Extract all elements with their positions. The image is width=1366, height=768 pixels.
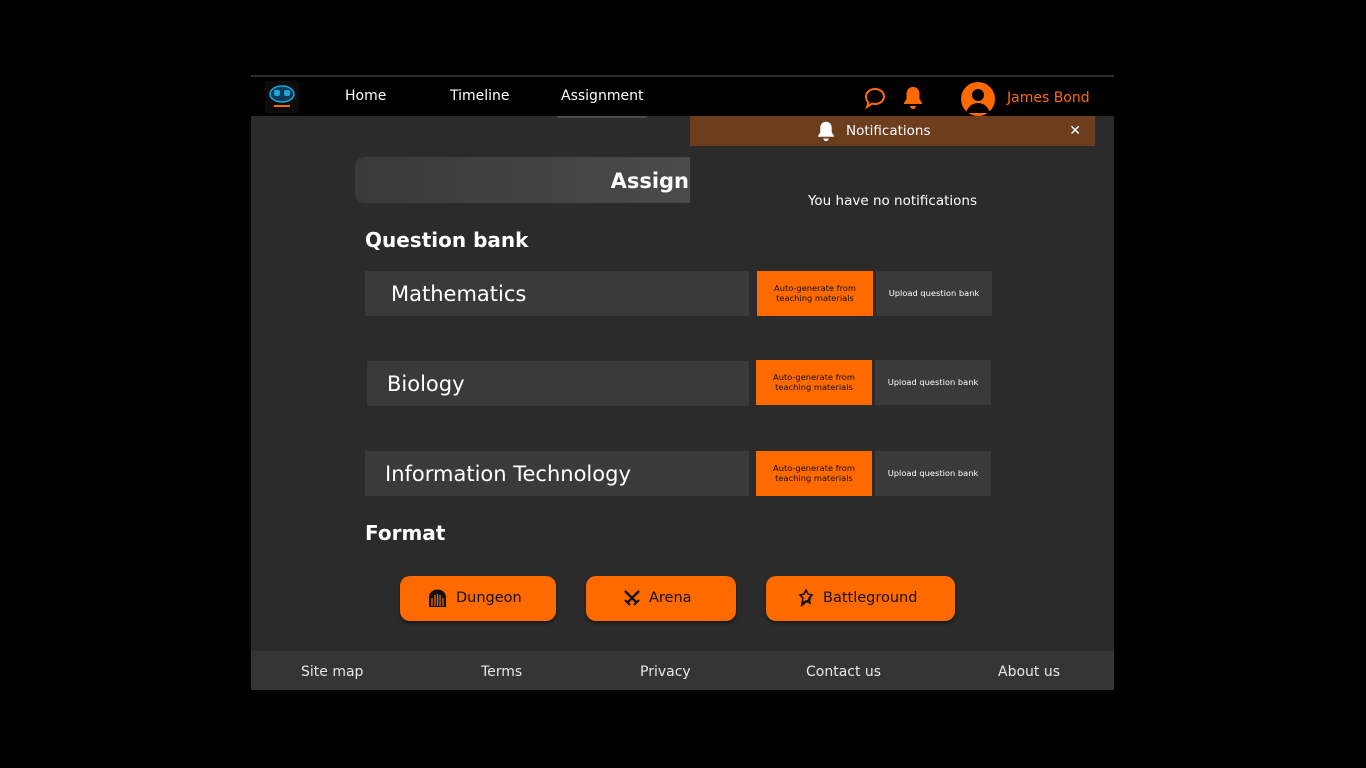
subject-name: Biology [387,372,465,396]
notifications-title: Notifications [846,123,931,139]
auto-generate-button[interactable]: Auto-generate from teaching materials [756,451,872,496]
page-title-bar: Assign [355,157,690,203]
user-name[interactable]: James Bond [1007,77,1090,118]
page-title: Assign [610,169,689,193]
dungeon-button[interactable]: Dungeon [400,576,556,621]
top-nav-bar: Home Timeline Assignment James Bond [251,75,1114,118]
footer-link-contact-us[interactable]: Contact us [806,651,881,693]
footer-link-privacy[interactable]: Privacy [640,651,691,693]
auto-generate-button[interactable]: Auto-generate from teaching materials [756,360,872,405]
nav-assignment[interactable]: Assignment [556,77,648,118]
subject-row-biology[interactable]: Biology [367,361,749,406]
battleground-button[interactable]: Battleground [766,576,955,621]
chat-bubble-icon[interactable] [863,86,887,114]
user-avatar-icon[interactable] [961,82,995,116]
footer-link-about-us[interactable]: About us [998,651,1060,693]
subject-name: Mathematics [391,282,527,306]
bell-icon [815,120,837,146]
footer: Site map Terms Privacy Contact us About … [251,651,1114,690]
subject-name: Information Technology [385,462,631,486]
dungeon-label: Dungeon [456,590,522,606]
upload-question-bank-button[interactable]: Upload question bank [875,451,991,496]
battleground-label: Battleground [823,590,918,606]
battleground-icon [798,588,814,611]
subject-row-information-technology[interactable]: Information Technology [365,451,749,496]
arena-button[interactable]: Arena [586,576,736,621]
format-title: Format [365,521,446,545]
upload-question-bank-button[interactable]: Upload question bank [876,271,992,316]
subject-row-mathematics[interactable]: Mathematics [365,271,749,316]
notifications-header: Notifications ✕ [690,116,1095,146]
dungeon-gate-icon [428,589,447,611]
upload-question-bank-button[interactable]: Upload question bank [875,360,991,405]
app-frame: Home Timeline Assignment James Bond Assi… [251,75,1114,690]
nav-timeline[interactable]: Timeline [450,77,510,118]
footer-link-terms[interactable]: Terms [481,651,522,693]
arena-label: Arena [649,590,692,606]
crossed-swords-icon [623,589,641,611]
app-logo[interactable] [265,81,299,113]
notifications-empty-message: You have no notifications [807,193,978,209]
nav-home[interactable]: Home [345,77,386,118]
footer-link-site-map[interactable]: Site map [301,651,363,693]
close-icon[interactable]: ✕ [1069,116,1081,146]
bell-icon[interactable] [901,85,925,114]
question-bank-title: Question bank [365,228,529,252]
auto-generate-button[interactable]: Auto-generate from teaching materials [757,271,873,316]
